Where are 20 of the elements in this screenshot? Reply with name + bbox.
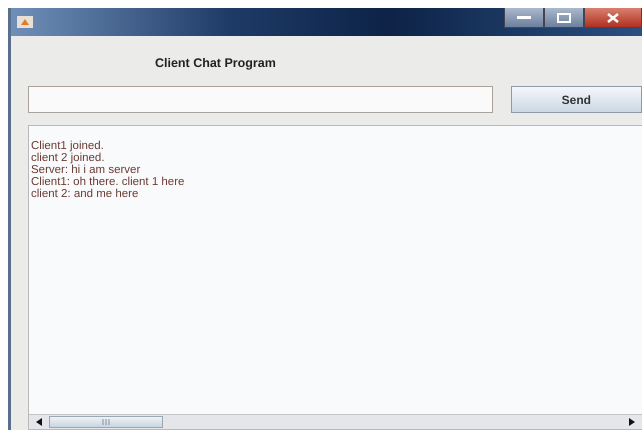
right-arrow-icon bbox=[629, 418, 635, 426]
horizontal-scrollbar[interactable] bbox=[29, 414, 642, 429]
maximize-button[interactable] bbox=[544, 8, 584, 28]
minimize-button[interactable] bbox=[504, 8, 544, 28]
chat-message: Client1 joined. bbox=[31, 140, 105, 152]
left-arrow-icon bbox=[36, 418, 42, 426]
close-button[interactable] bbox=[584, 8, 642, 28]
minimize-icon bbox=[517, 16, 531, 19]
maximize-icon bbox=[557, 12, 571, 22]
message-field[interactable] bbox=[28, 86, 493, 113]
chat-message: client 2 joined. bbox=[31, 152, 106, 164]
chat-message: client 2: and me here bbox=[31, 188, 140, 200]
grip-icon bbox=[102, 419, 110, 425]
scrollbar-thumb[interactable] bbox=[49, 416, 163, 428]
app-icon bbox=[17, 16, 33, 28]
chat-message: Client1: oh there. client 1 here bbox=[31, 176, 186, 188]
send-button[interactable]: Send bbox=[510, 86, 642, 113]
chat-message: Server: hi i am server bbox=[31, 164, 142, 176]
close-icon bbox=[607, 12, 619, 22]
window-heading: Client Chat Program bbox=[155, 56, 277, 72]
